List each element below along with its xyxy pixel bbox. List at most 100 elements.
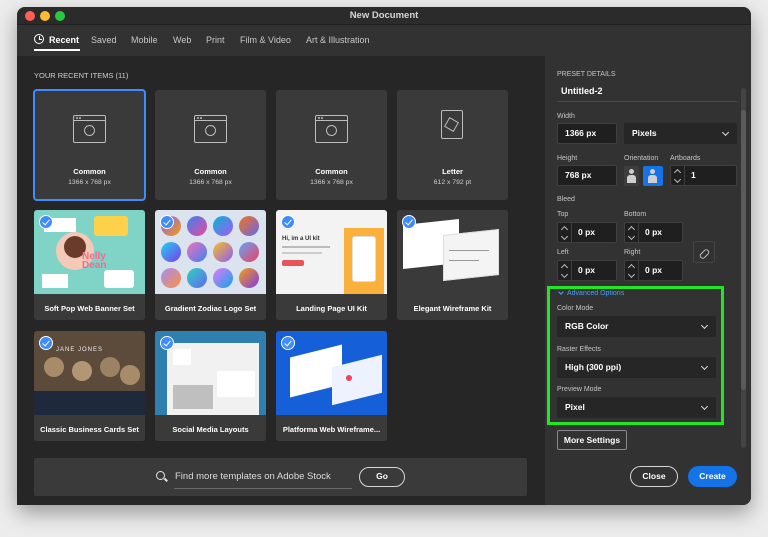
preset-size: 1366 x 768 px xyxy=(34,179,145,186)
selected-check-icon xyxy=(402,215,416,229)
width-label: Width xyxy=(557,113,575,120)
link-bleed-icon[interactable] xyxy=(693,241,715,263)
selected-check-icon xyxy=(160,336,174,350)
bleed-left-input[interactable]: 0 px xyxy=(557,260,617,281)
template-name: Soft Pop Web Banner Set xyxy=(34,304,145,313)
height-input[interactable]: 768 px xyxy=(557,165,617,186)
bleed-top-stepper[interactable] xyxy=(558,222,572,243)
landing-heading-text: Hi, im a UI kit xyxy=(282,236,320,242)
template-card-platforma[interactable]: Platforma Web Wireframe... xyxy=(276,331,387,441)
search-underline xyxy=(174,488,352,489)
bleed-label: Bleed xyxy=(557,196,575,203)
tab-web[interactable]: Web xyxy=(173,35,191,45)
tab-art-illustration[interactable]: Art & Illustration xyxy=(306,35,370,45)
more-settings-button[interactable]: More Settings xyxy=(557,430,627,450)
panel-scrollbar[interactable] xyxy=(741,88,746,448)
units-value: Pixels xyxy=(632,128,657,138)
bleed-left-label: Left xyxy=(557,249,569,256)
preset-size: 1366 x 768 px xyxy=(276,179,387,186)
preset-name: Common xyxy=(34,167,145,176)
artboards-label: Artboards xyxy=(670,155,700,162)
recent-count: (11) xyxy=(116,71,129,80)
active-tab-underline xyxy=(34,49,80,51)
bleed-top-label: Top xyxy=(557,211,568,218)
bleed-bottom-value: 0 px xyxy=(645,227,662,237)
selected-check-icon xyxy=(39,215,53,229)
document-web-icon xyxy=(73,115,106,143)
scrollbar-thumb[interactable] xyxy=(741,110,746,390)
document-web-icon xyxy=(315,115,348,143)
go-button[interactable]: Go xyxy=(359,467,405,487)
bleed-bottom-label: Bottom xyxy=(624,211,646,218)
orientation-label: Orientation xyxy=(624,155,658,162)
portrait-orientation-icon[interactable] xyxy=(624,166,639,186)
document-name-field[interactable]: Untitled-2 xyxy=(561,86,603,96)
window-title: New Document xyxy=(17,10,751,21)
tab-mobile[interactable]: Mobile xyxy=(131,35,158,45)
preset-card-letter[interactable]: Letter 612 x 792 pt xyxy=(397,90,508,200)
template-card-classic-business[interactable]: JANE JONES Classic Business Cards Set xyxy=(34,331,145,441)
preset-name: Common xyxy=(155,167,266,176)
tab-film-video[interactable]: Film & Video xyxy=(240,35,291,45)
tab-saved[interactable]: Saved xyxy=(91,35,117,45)
selected-check-icon xyxy=(281,336,295,350)
preset-details-heading: PRESET DETAILS xyxy=(557,71,615,78)
document-print-icon xyxy=(441,110,463,139)
name-divider xyxy=(557,101,737,102)
chevron-down-icon xyxy=(722,129,729,136)
template-name: Elegant Wireframe Kit xyxy=(397,304,508,313)
template-card-gradient-zodiac[interactable]: Gradient Zodiac Logo Set xyxy=(155,210,266,320)
tab-bar: Recent Saved Mobile Web Print Film & Vid… xyxy=(17,25,751,55)
close-button[interactable]: Close xyxy=(630,466,678,487)
preset-size: 1366 x 768 px xyxy=(155,179,266,186)
bleed-top-value: 0 px xyxy=(578,227,595,237)
selected-check-icon xyxy=(39,336,53,350)
clock-icon xyxy=(34,34,44,44)
units-select[interactable]: Pixels xyxy=(624,123,737,144)
stock-search-bar: Find more templates on Adobe Stock Go xyxy=(34,458,527,496)
bleed-left-stepper[interactable] xyxy=(558,260,572,281)
template-card-soft-pop[interactable]: Nelly Dean Soft Pop Web Banner Set xyxy=(34,210,145,320)
recent-heading-text: YOUR RECENT ITEMS xyxy=(34,71,113,80)
document-web-icon xyxy=(194,115,227,143)
preset-name: Letter xyxy=(397,167,508,176)
template-name: Social Media Layouts xyxy=(155,425,266,434)
tab-print[interactable]: Print xyxy=(206,35,225,45)
artboards-stepper[interactable] xyxy=(671,165,685,186)
banner-name-text: Nelly Dean xyxy=(82,252,122,270)
stock-search-input[interactable]: Find more templates on Adobe Stock xyxy=(175,471,331,482)
template-card-social-media[interactable]: Social Media Layouts xyxy=(155,331,266,441)
card-name-text: JANE JONES xyxy=(56,347,103,353)
bleed-right-value: 0 px xyxy=(645,265,662,275)
bleed-bottom-stepper[interactable] xyxy=(625,222,639,243)
artboards-value: 1 xyxy=(691,170,696,180)
preset-card-common-1[interactable]: Common 1366 x 768 px xyxy=(34,90,145,200)
width-input[interactable]: 1366 px xyxy=(557,123,617,144)
bleed-left-value: 0 px xyxy=(578,265,595,275)
height-label: Height xyxy=(557,155,577,162)
artboards-input[interactable]: 1 xyxy=(670,165,737,186)
template-name: Classic Business Cards Set xyxy=(34,425,145,434)
create-button[interactable]: Create xyxy=(688,466,737,487)
recent-items-heading: YOUR RECENT ITEMS (11) xyxy=(34,71,128,80)
preset-card-common-3[interactable]: Common 1366 x 768 px xyxy=(276,90,387,200)
search-icon xyxy=(156,471,165,480)
title-bar: New Document xyxy=(17,7,751,25)
template-name: Platforma Web Wireframe... xyxy=(276,425,387,434)
landscape-orientation-icon[interactable] xyxy=(643,166,663,186)
bleed-right-input[interactable]: 0 px xyxy=(624,260,683,281)
bleed-right-stepper[interactable] xyxy=(625,260,639,281)
advanced-options-highlight xyxy=(547,286,724,425)
preset-size: 612 x 792 pt xyxy=(397,179,508,186)
bleed-right-label: Right xyxy=(624,249,640,256)
template-name: Landing Page UI Kit xyxy=(276,304,387,313)
preset-name: Common xyxy=(276,167,387,176)
bleed-top-input[interactable]: 0 px xyxy=(557,222,617,243)
template-card-landing-page[interactable]: Hi, im a UI kit Landing Page UI Kit xyxy=(276,210,387,320)
selected-check-icon xyxy=(160,215,174,229)
tab-recent[interactable]: Recent xyxy=(49,35,79,45)
preset-card-common-2[interactable]: Common 1366 x 768 px xyxy=(155,90,266,200)
template-card-elegant-wireframe[interactable]: Elegant Wireframe Kit xyxy=(397,210,508,320)
template-name: Gradient Zodiac Logo Set xyxy=(155,304,266,313)
bleed-bottom-input[interactable]: 0 px xyxy=(624,222,683,243)
